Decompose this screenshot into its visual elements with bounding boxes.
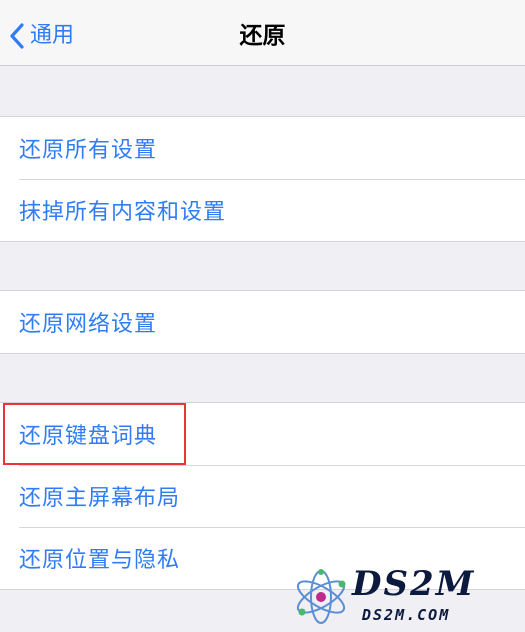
watermark-url: DS2M.COM [362,606,451,624]
reset-group-3: 还原键盘词典 还原主屏幕布局 还原位置与隐私 [0,402,525,590]
row-label: 还原所有设置 [19,138,158,163]
row-label: 还原网络设置 [19,312,158,337]
reset-group-2: 还原网络设置 [0,290,525,354]
reset-location-privacy-row[interactable]: 还原位置与隐私 [0,527,525,589]
row-label: 还原键盘词典 [19,424,158,449]
erase-all-content-row[interactable]: 抹掉所有内容和设置 [0,179,525,241]
row-label: 抹掉所有内容和设置 [19,200,227,225]
reset-home-screen-layout-row[interactable]: 还原主屏幕布局 [0,465,525,527]
reset-all-settings-row[interactable]: 还原所有设置 [0,117,525,179]
reset-keyboard-dictionary-row[interactable]: 还原键盘词典 [0,403,525,465]
reset-network-settings-row[interactable]: 还原网络设置 [0,291,525,353]
reset-group-1: 还原所有设置 抹掉所有内容和设置 [0,116,525,242]
row-label: 还原位置与隐私 [19,548,181,573]
row-label: 还原主屏幕布局 [19,486,181,511]
page-title: 还原 [239,23,286,49]
navigation-bar: 通用 还原 [0,0,525,66]
